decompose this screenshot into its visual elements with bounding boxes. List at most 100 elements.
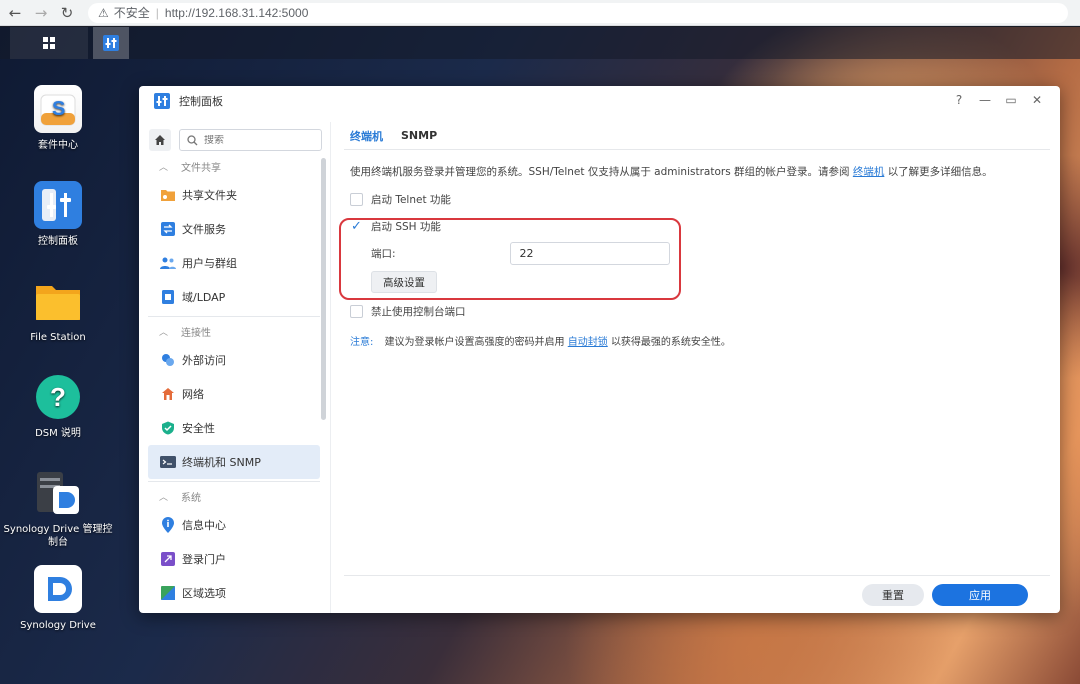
port-label: 端口:	[371, 248, 396, 260]
advanced-settings-button[interactable]: 高级设置	[371, 271, 437, 293]
sidebar-group-label: 系统	[181, 492, 201, 504]
users-icon	[160, 255, 176, 271]
tab-snmp[interactable]: SNMP	[401, 129, 437, 142]
console-port-checkbox[interactable]	[350, 305, 363, 318]
synology-drive-icon	[34, 565, 82, 613]
info-icon	[160, 517, 176, 533]
back-arrow-icon[interactable]: ←	[4, 2, 26, 24]
tab-terminal[interactable]: 终端机	[350, 128, 383, 144]
sidebar: ︿ 文件共享 共享文件夹 文件服务 用户与群组 域/LDAP ︿ 连接性 外部访…	[139, 122, 331, 613]
desktop-icon-file-station[interactable]: File Station	[3, 277, 113, 344]
auto-block-link[interactable]: 自动封锁	[568, 337, 608, 348]
taskbar	[0, 27, 1080, 59]
sidebar-item-network[interactable]: 网络	[148, 377, 320, 411]
desktop-icon-dsm-help[interactable]: ? DSM 说明	[3, 373, 113, 440]
minimize-button[interactable]: —	[976, 93, 994, 107]
ssh-checkbox[interactable]: ✓	[350, 219, 363, 234]
sidebar-item-file-services[interactable]: 文件服务	[148, 212, 320, 246]
telnet-option[interactable]: 启动 Telnet 功能	[350, 186, 1050, 213]
forward-arrow-icon[interactable]: →	[30, 2, 52, 24]
desktop-icon-label: File Station	[30, 332, 86, 343]
console-port-label: 禁止使用控制台端口	[371, 306, 466, 318]
chevron-up-icon: ︿	[159, 162, 169, 173]
sidebar-group-label: 文件共享	[181, 162, 221, 174]
desktop-icon-label: Synology Drive	[20, 620, 96, 631]
sidebar-scrollbar[interactable]	[321, 158, 326, 420]
sidebar-item-label: 终端机和 SNMP	[182, 456, 261, 469]
terminal-icon	[160, 454, 176, 470]
desktop-icon-label: DSM 说明	[35, 428, 81, 439]
grid-icon	[43, 37, 55, 49]
domain-icon	[160, 289, 176, 305]
sidebar-item-info-center[interactable]: 信息中心	[148, 508, 320, 542]
file-services-icon	[160, 221, 176, 237]
close-button[interactable]: ✕	[1028, 93, 1046, 107]
home-icon	[155, 135, 165, 145]
description-text-end: 以了解更多详细信息。	[887, 166, 993, 178]
ssh-port-input[interactable]	[509, 242, 670, 265]
sidebar-item-label: 用户与群组	[182, 257, 237, 270]
desktop-icon-label: 控制面板	[38, 236, 78, 247]
main-menu-button[interactable]	[10, 27, 88, 59]
sidebar-item-terminal-snmp[interactable]: 终端机和 SNMP	[148, 445, 320, 479]
control-panel-window: 控制面板 ? — ▭ ✕ ︿ 文件共享 共享文件夹 文	[139, 86, 1060, 613]
note-label: 注意:	[350, 337, 374, 348]
telnet-label: 启动 Telnet 功能	[371, 194, 451, 206]
sidebar-item-shared-folder[interactable]: 共享文件夹	[148, 178, 320, 212]
reset-button[interactable]: 重置	[862, 584, 924, 606]
sidebar-item-external-access[interactable]: 外部访问	[148, 343, 320, 377]
window-titlebar[interactable]: 控制面板 ? — ▭ ✕	[139, 86, 1060, 116]
sidebar-item-security[interactable]: 安全性	[148, 411, 320, 445]
sidebar-divider	[148, 481, 320, 482]
reload-icon[interactable]: ↻	[56, 2, 78, 24]
sidebar-item-label: 外部访问	[182, 354, 226, 367]
shared-folder-icon	[160, 187, 176, 203]
tab-bar: 终端机 SNMP	[344, 122, 1050, 150]
note-text-end: 以获得最强的系统安全性。	[610, 337, 731, 348]
maximize-button[interactable]: ▭	[1002, 93, 1020, 107]
security-note: 注意: 建议为登录帐户设置高强度的密码并启用 自动封锁 以获得最强的系统安全性。	[350, 333, 1050, 348]
sidebar-group-connectivity[interactable]: ︿ 连接性	[139, 319, 331, 343]
sidebar-divider	[148, 316, 320, 317]
sidebar-item-regional-options[interactable]: 区域选项	[148, 576, 320, 610]
control-panel-icon	[34, 181, 82, 229]
taskbar-control-panel-button[interactable]	[93, 27, 129, 59]
search-icon	[187, 134, 198, 145]
address-separator: |	[155, 5, 159, 20]
desktop-icon-package-center[interactable]: S 套件中心	[3, 85, 113, 152]
sidebar-item-domain-ldap[interactable]: 域/LDAP	[148, 280, 320, 314]
regional-options-icon	[160, 585, 176, 601]
ssh-option[interactable]: ✓ 启动 SSH 功能	[350, 213, 1050, 240]
search-box[interactable]	[179, 129, 322, 151]
desktop-icon-drive-admin[interactable]: Synology Drive 管理控制台	[3, 469, 113, 549]
sidebar-item-label: 登录门户	[182, 553, 226, 566]
sidebar-content-divider	[330, 122, 331, 613]
insecure-label: 不安全	[113, 6, 150, 20]
address-bar[interactable]: ⚠ 不安全 | http://192.168.31.142:5000	[88, 2, 1068, 23]
help-button[interactable]: ?	[950, 93, 968, 107]
terminal-description: 使用终端机服务登录并管理您的系统。SSH/Telnet 仅支持从属于 admin…	[350, 164, 1050, 179]
apply-button[interactable]: 应用	[932, 584, 1028, 606]
sidebar-item-label: 网络	[182, 388, 204, 401]
sidebar-item-label: 安全性	[182, 422, 215, 435]
warning-icon: ⚠	[98, 5, 109, 20]
sidebar-group-file-sharing[interactable]: ︿ 文件共享	[139, 154, 331, 178]
sidebar-group-label: 连接性	[181, 327, 211, 339]
sidebar-item-users-groups[interactable]: 用户与群组	[148, 246, 320, 280]
ssh-label: 启动 SSH 功能	[371, 221, 441, 233]
desktop-icon-synology-drive[interactable]: Synology Drive	[3, 565, 113, 632]
desktop-icon-control-panel[interactable]: 控制面板	[3, 181, 113, 248]
terminal-help-link[interactable]: 终端机	[853, 166, 885, 178]
svg-text:S: S	[52, 98, 65, 120]
sidebar-group-system[interactable]: ︿ 系统	[139, 484, 331, 508]
login-portal-icon	[160, 551, 176, 567]
sidebar-item-login-portal[interactable]: 登录门户	[148, 542, 320, 576]
network-icon	[160, 386, 176, 402]
console-port-option[interactable]: 禁止使用控制台端口	[350, 298, 1050, 325]
sidebar-top	[139, 122, 331, 151]
telnet-checkbox[interactable]	[350, 193, 363, 206]
search-input[interactable]	[204, 134, 314, 146]
sidebar-item-label: 域/LDAP	[182, 291, 226, 304]
home-button[interactable]	[149, 129, 171, 151]
control-panel-icon	[154, 93, 170, 109]
